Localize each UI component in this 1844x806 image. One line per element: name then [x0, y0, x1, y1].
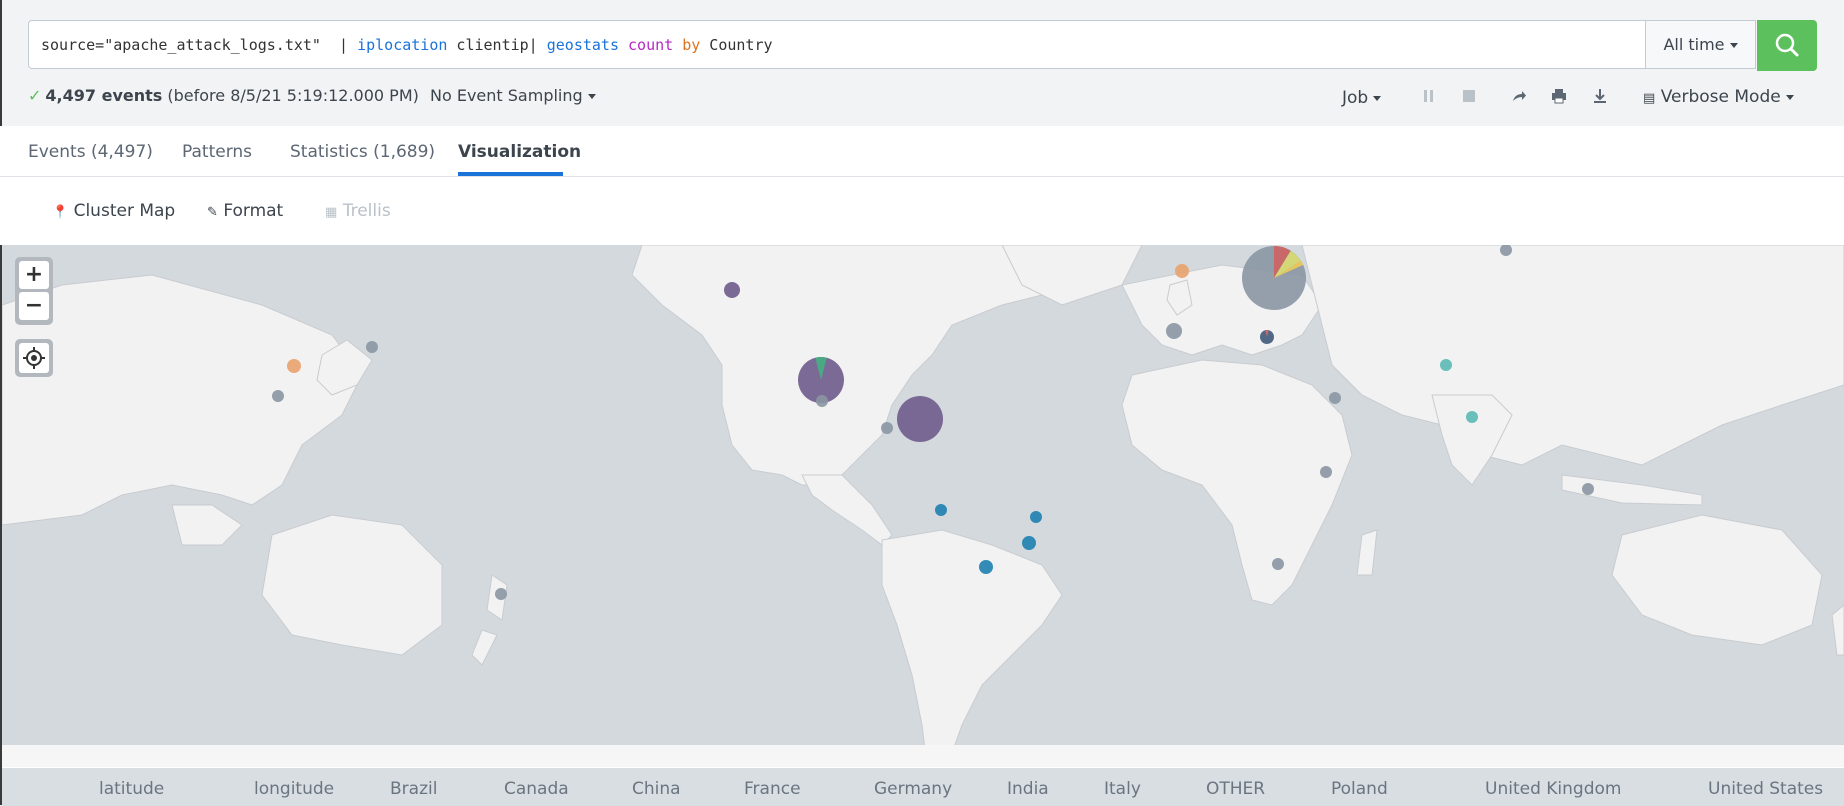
cluster-marker[interactable]	[366, 341, 378, 353]
cluster-marker[interactable]	[816, 395, 828, 407]
query-token	[619, 36, 628, 54]
zoom-in-button[interactable]: +	[19, 261, 49, 289]
legend-item-italy[interactable]: Italy	[1104, 779, 1141, 799]
time-range-label: All time	[1663, 35, 1725, 54]
search-query-input[interactable]: source="apache_attack_logs.txt" | iploca…	[28, 20, 1645, 69]
query-token: count	[628, 36, 674, 54]
chevron-down-icon	[1785, 94, 1794, 100]
format-label: Format	[223, 201, 284, 221]
stop-icon[interactable]	[1462, 88, 1476, 108]
cluster-marker[interactable]	[1582, 483, 1594, 495]
legend-item-united-kingdom[interactable]: United Kingdom	[1485, 779, 1621, 799]
time-range-picker[interactable]: All time	[1645, 20, 1756, 69]
search-bar: source="apache_attack_logs.txt" | iploca…	[28, 20, 1819, 71]
map-pin-icon: 📍	[52, 205, 69, 220]
event-sampling-dropdown[interactable]: No Event Sampling	[430, 86, 596, 105]
cluster-marker[interactable]	[287, 359, 301, 373]
visualization-type-button[interactable]: 📍 Cluster Map	[52, 201, 175, 221]
job-menu[interactable]: Job	[1342, 88, 1382, 108]
job-label: Job	[1342, 88, 1369, 108]
locate-button[interactable]	[19, 343, 49, 373]
cluster-marker[interactable]	[979, 560, 993, 574]
legend-item-france[interactable]: France	[744, 779, 801, 799]
chevron-down-icon	[587, 94, 596, 99]
query-token: by	[682, 36, 701, 54]
event-sampling-label: No Event Sampling	[430, 86, 583, 105]
search-mode-icon: ▤	[1643, 91, 1656, 106]
legend-item-india[interactable]: India	[1007, 779, 1049, 799]
cluster-marker[interactable]	[1022, 536, 1036, 550]
zoom-controls: + −	[15, 257, 53, 325]
legend-item-latitude[interactable]: latitude	[99, 779, 164, 799]
query-token: source="apache_attack_logs.txt" |	[41, 36, 358, 54]
trellis-label: Trellis	[342, 201, 391, 221]
event-timestamp: (before 8/5/21 5:19:12.000 PM)	[167, 86, 419, 105]
query-token: Country	[700, 36, 773, 54]
crosshair-icon	[23, 347, 45, 369]
map-legend: latitude longitude Brazil Canada China France…	[2, 767, 1844, 806]
query-token: iplocation	[357, 36, 448, 54]
search-mode-dropdown[interactable]: ▤ Verbose Mode	[1643, 87, 1794, 107]
search-icon	[1775, 33, 1799, 57]
trellis-grid-icon: ▦	[325, 205, 338, 220]
tab-visualization[interactable]: Visualization	[458, 142, 581, 162]
zoom-out-button[interactable]: −	[19, 292, 49, 320]
event-count: 4,497 events	[45, 86, 163, 105]
legend-item-germany[interactable]: Germany	[874, 779, 952, 799]
legend-item-longitude[interactable]: longitude	[254, 779, 334, 799]
tab-statistics[interactable]: Statistics (1,689)	[290, 142, 435, 162]
locate-control	[15, 339, 53, 377]
legend-item-brazil[interactable]: Brazil	[390, 779, 437, 799]
search-button[interactable]	[1757, 20, 1817, 71]
world-map	[2, 245, 1844, 767]
cluster-marker[interactable]	[1329, 392, 1341, 404]
legend-item-poland[interactable]: Poland	[1331, 779, 1388, 799]
cluster-marker[interactable]	[1175, 264, 1189, 278]
cluster-marker[interactable]	[897, 396, 943, 442]
cluster-map[interactable]	[2, 245, 1844, 767]
cluster-marker[interactable]	[935, 504, 947, 516]
cluster-marker[interactable]	[1166, 323, 1182, 339]
cluster-marker[interactable]	[1466, 411, 1478, 423]
cluster-marker[interactable]	[1320, 466, 1332, 478]
cluster-marker[interactable]	[1030, 511, 1042, 523]
pause-icon[interactable]	[1422, 88, 1436, 108]
format-button[interactable]: ✎ Format	[207, 201, 283, 221]
trellis-button[interactable]: ▦ Trellis	[325, 201, 391, 221]
brush-icon: ✎	[207, 205, 218, 220]
legend-item-canada[interactable]: Canada	[504, 779, 569, 799]
cluster-marker[interactable]	[724, 282, 740, 298]
visualization-type-label: Cluster Map	[73, 201, 176, 221]
legend-item-china[interactable]: China	[632, 779, 681, 799]
cluster-marker[interactable]	[881, 422, 893, 434]
land-masses	[2, 245, 1844, 767]
tab-events[interactable]: Events (4,497)	[28, 142, 153, 162]
cluster-marker[interactable]	[272, 390, 284, 402]
visualization-toolbar: 📍 Cluster Map ✎ Format ▦ Trellis	[0, 177, 1844, 245]
legend-item-united-states[interactable]: United States	[1708, 779, 1823, 799]
results-tabs: Events (4,497) Patterns Statistics (1,68…	[0, 126, 1844, 177]
chevron-down-icon	[1729, 43, 1738, 48]
legend-item-other[interactable]: OTHER	[1206, 779, 1265, 799]
query-token	[673, 36, 682, 54]
chevron-down-icon	[1373, 95, 1382, 101]
cluster-marker[interactable]	[1440, 359, 1452, 371]
search-mode-label: Verbose Mode	[1660, 87, 1781, 107]
export-icon[interactable]	[1592, 88, 1608, 108]
active-tab-indicator	[458, 172, 563, 176]
tab-patterns[interactable]: Patterns	[182, 142, 252, 162]
checkmark-icon: ✓	[28, 86, 42, 105]
print-icon[interactable]	[1551, 88, 1567, 108]
query-token: clientip|	[447, 36, 547, 54]
query-token: geostats	[546, 36, 619, 54]
cluster-marker[interactable]	[495, 588, 507, 600]
cluster-marker[interactable]	[1272, 558, 1284, 570]
event-status: ✓ 4,497 events (before 8/5/21 5:19:12.000…	[28, 86, 419, 110]
share-icon[interactable]	[1511, 88, 1527, 108]
